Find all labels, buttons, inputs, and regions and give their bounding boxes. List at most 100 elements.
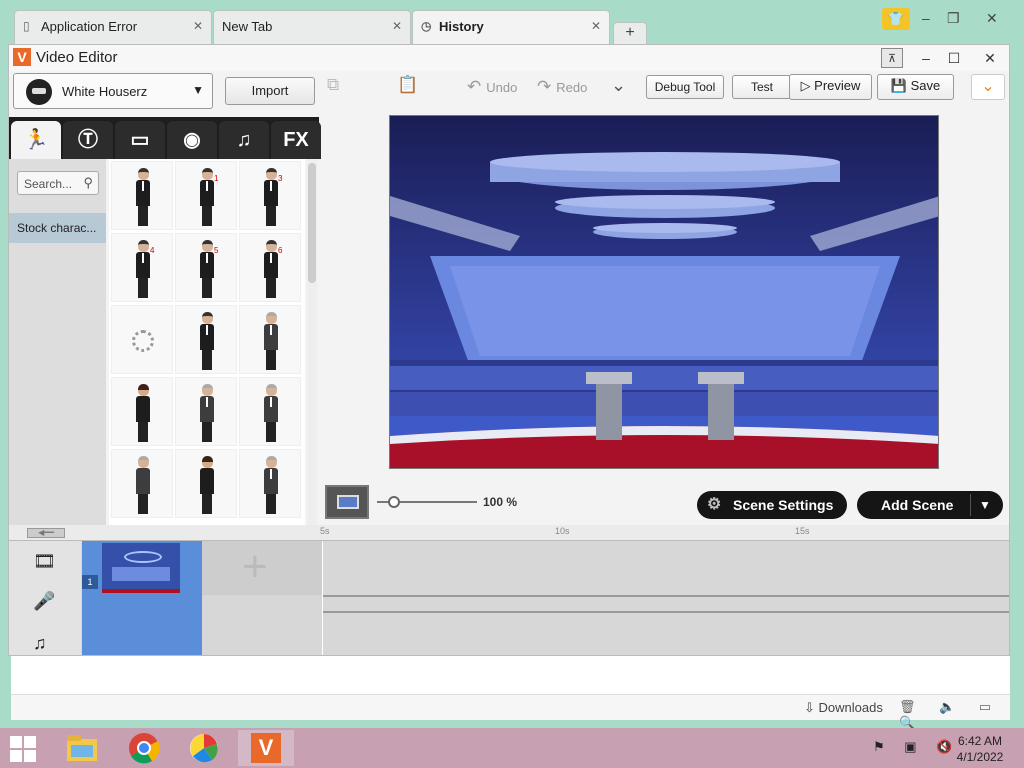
clock-date: 4/1/2022 [956, 750, 1004, 764]
browser-minimize-button[interactable]: – [922, 10, 930, 26]
import-button[interactable]: Import [225, 77, 315, 105]
file-explorer-icon[interactable] [54, 730, 110, 766]
tab-close-icon[interactable]: ✕ [392, 19, 402, 33]
video-editor-window: V Video Editor ⊼ – ☐ ✕ White Houserz ▼ I… [8, 44, 1010, 656]
text-bubble-icon: Ⓣ [78, 129, 98, 151]
save-button[interactable]: 💾 Save [877, 74, 954, 100]
tab-new-tab[interactable]: New Tab ✕ [213, 10, 411, 44]
add-scene-label: Add Scene [881, 497, 954, 513]
rewind-button[interactable]: ◀━━ [27, 528, 65, 538]
variant-label: 6 [278, 246, 283, 255]
variant-label: 5 [214, 246, 219, 255]
search-input[interactable]: Search... ⚲ [17, 171, 99, 195]
category-tabs: 🏃 Ⓣ ▭ ◉ ♫ FX [9, 117, 321, 159]
save-icon: 💾 [890, 78, 911, 93]
app-minimize-button[interactable]: – [915, 48, 937, 68]
browser-close-button[interactable]: ✕ [986, 10, 998, 27]
chevron-down-icon: ▼ [192, 83, 204, 97]
tab-text[interactable]: Ⓣ [63, 121, 113, 159]
scroll-thumb[interactable] [308, 163, 316, 283]
pin-icon[interactable]: ⊼ [881, 48, 903, 68]
scene-thumbnail [102, 543, 180, 593]
expand-chevron-icon[interactable]: ⌄ [971, 74, 1005, 100]
character-thumb[interactable] [175, 305, 237, 374]
paste-icon[interactable]: 📋 [397, 75, 423, 95]
tab-effects[interactable]: FX [271, 121, 321, 159]
character-thumb[interactable] [175, 377, 237, 446]
character-thumb[interactable] [239, 377, 301, 446]
clock-icon: ◷ [421, 19, 432, 33]
search-placeholder: Search... [24, 177, 73, 191]
chevron-down-icon[interactable]: ▼ [979, 491, 991, 519]
redo-icon: ↷ [537, 77, 552, 96]
plus-icon: + [242, 542, 268, 591]
app-titlebar: V Video Editor ⊼ – ☐ ✕ [9, 45, 1009, 71]
new-tab-button[interactable]: + [613, 22, 647, 44]
downloads-label: Downloads [818, 700, 883, 715]
ball-icon: ◉ [183, 129, 201, 151]
scene-thumbnail-toggle[interactable] [325, 485, 369, 519]
character-thumb[interactable] [175, 449, 237, 518]
track-divider [323, 595, 1009, 597]
character-thumb[interactable] [111, 377, 173, 446]
character-thumb[interactable] [239, 305, 301, 374]
character-select[interactable]: White Houserz ▼ [13, 73, 213, 109]
character-thumb[interactable]: 3 [239, 161, 301, 230]
tab-close-icon[interactable]: ✕ [591, 19, 601, 33]
character-thumb[interactable]: 1 [175, 161, 237, 230]
scene-clip-1[interactable]: 1 [82, 541, 202, 655]
character-thumb[interactable] [111, 449, 173, 518]
tab-music[interactable]: ♫ [219, 121, 269, 159]
app-maximize-button[interactable]: ☐ [943, 48, 965, 68]
zoom-slider-knob[interactable] [388, 496, 400, 508]
undo-button[interactable]: ↶ Undo [467, 77, 517, 97]
chrome-icon[interactable] [116, 730, 172, 766]
preview-button[interactable]: ▷ Preview [789, 74, 872, 100]
status-icons: 🗑 🔈 ▭ 🔍 [899, 699, 1002, 730]
character-thumb[interactable]: 5 [175, 233, 237, 302]
grid-scrollbar[interactable] [307, 159, 317, 525]
tab-characters[interactable]: 🏃 [11, 121, 61, 159]
character-thumb[interactable] [239, 449, 301, 518]
system-tray[interactable]: ⚑ ▣ 🔇 [873, 739, 960, 755]
scene-number: 1 [82, 575, 98, 589]
more-chevron-icon[interactable]: ⌄ [611, 75, 626, 96]
tab-props[interactable]: ◉ [167, 121, 217, 159]
microphone-icon: 🎤 [33, 591, 56, 611]
character-thumb[interactable]: 4 [111, 233, 173, 302]
system-clock[interactable]: 6:42 AM 4/1/2022 [950, 733, 1010, 765]
character-grid: 1 3 4 5 6 [109, 159, 305, 525]
tab-label: New Tab [222, 19, 273, 34]
search-icon[interactable]: ⚲ [83, 175, 93, 191]
copy-icon[interactable]: ⧉ [327, 75, 344, 95]
gear-icon: ⚙ [707, 496, 722, 513]
downloads-button[interactable]: ⇩ Downloads [804, 700, 883, 716]
add-scene-button[interactable]: Add Scene ▼ [857, 491, 1003, 519]
add-scene-placeholder[interactable]: + [202, 541, 322, 595]
tab-history[interactable]: ◷ History ✕ [412, 10, 610, 44]
monitor-icon [337, 495, 359, 509]
scene-settings-button[interactable]: ⚙ Scene Settings [697, 491, 847, 519]
app-logo-icon: V [13, 48, 31, 66]
scene-stage[interactable] [389, 115, 939, 469]
app-close-button[interactable]: ✕ [979, 48, 1001, 68]
ruler-label: 10s [555, 526, 570, 536]
music-icon: ♫ [33, 633, 47, 653]
test-button[interactable]: Test [732, 75, 792, 99]
zoom-slider[interactable] [377, 496, 477, 508]
redo-button[interactable]: ↷ Redo [537, 77, 587, 97]
windows-start-icon[interactable] [10, 736, 36, 762]
video-editor-taskbar-icon[interactable]: V [238, 730, 294, 766]
debug-tool-button[interactable]: Debug Tool [646, 75, 724, 99]
stock-characters-item[interactable]: Stock charac... [9, 213, 106, 243]
theme-shirt-icon[interactable]: 👕 [882, 8, 910, 30]
save-label: Save [910, 78, 941, 93]
tab-application-error[interactable]: ▯ Application Error ✕ [14, 10, 212, 44]
paint-app-icon[interactable] [176, 730, 232, 766]
browser-restore-button[interactable]: ❐ [947, 10, 960, 27]
character-thumb[interactable] [111, 161, 173, 230]
tab-close-icon[interactable]: ✕ [193, 19, 203, 33]
character-thumb[interactable]: 6 [239, 233, 301, 302]
debate-stage-background [390, 116, 938, 468]
tab-backgrounds[interactable]: ▭ [115, 121, 165, 159]
